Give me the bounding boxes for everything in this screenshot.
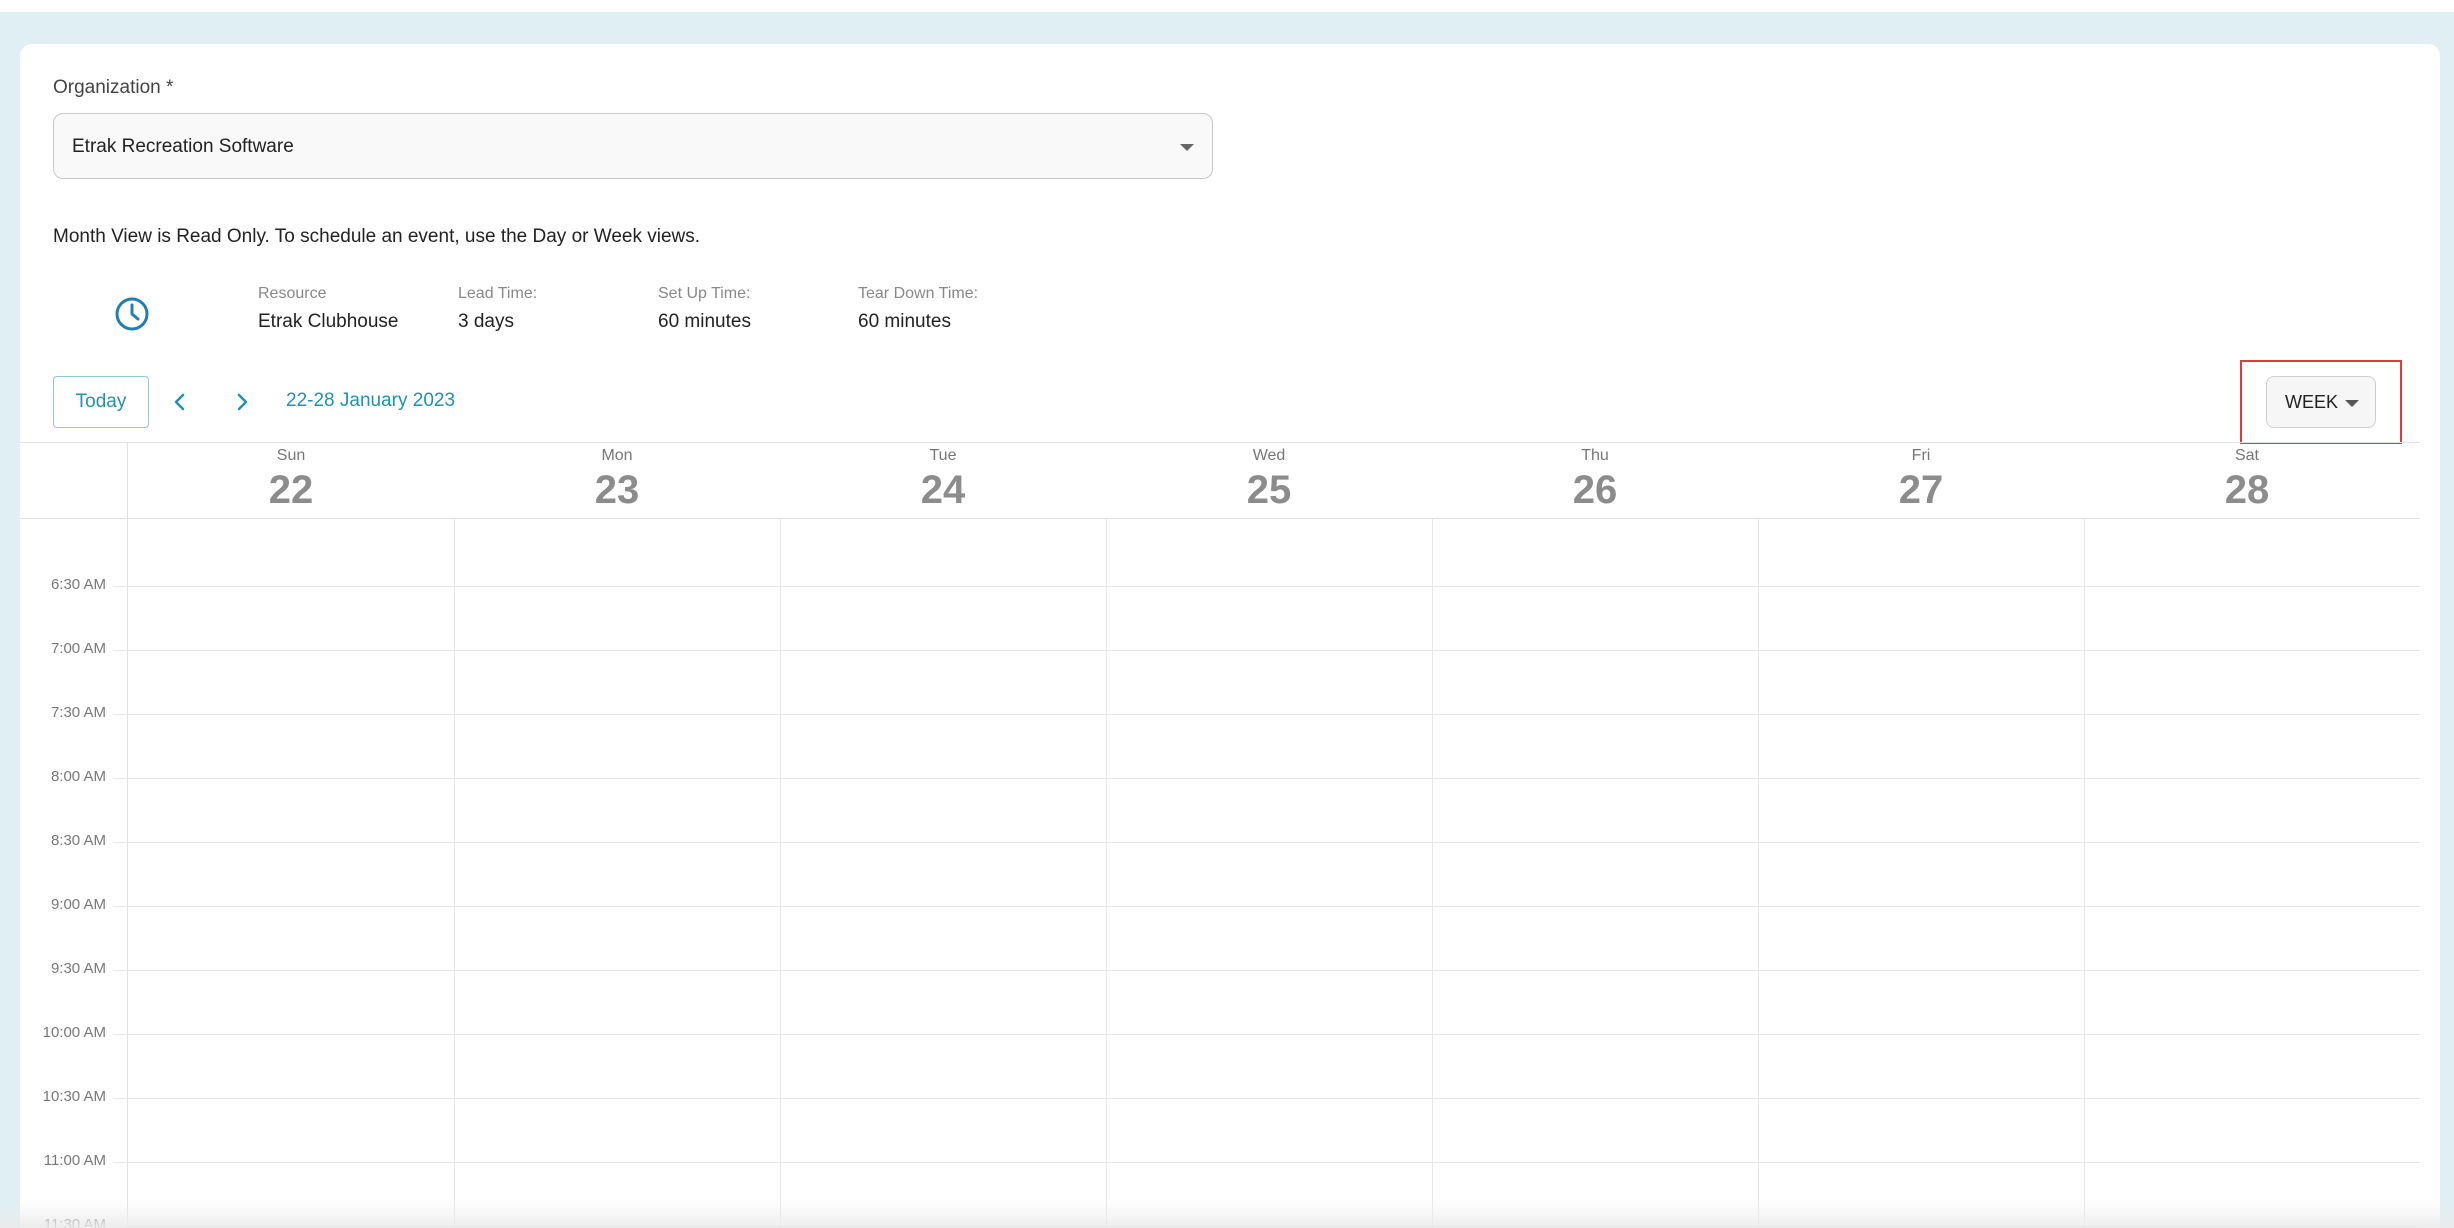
- view-selector-label: WEEK: [2285, 392, 2339, 412]
- time-label: 8:30 AM: [50, 832, 106, 849]
- today-button[interactable]: Today: [53, 376, 149, 428]
- top-bar: [0, 0, 2454, 12]
- resource-value: Etrak Clubhouse: [258, 311, 399, 332]
- calendar-header-top-border: [20, 442, 2420, 443]
- time-slot-row[interactable]: 6:30 AM: [20, 576, 2420, 593]
- organization-select[interactable]: Etrak Recreation Software: [53, 113, 1213, 179]
- time-slot-row[interactable]: 8:30 AM: [20, 832, 2420, 849]
- day-column-divider: [1758, 519, 1759, 1228]
- chevron-down-icon: [2345, 400, 2359, 407]
- day-number-label: 22: [268, 468, 314, 512]
- time-slot-row[interactable]: 7:00 AM: [20, 640, 2420, 657]
- resource-label: Resource: [258, 285, 327, 302]
- day-column-divider: [454, 519, 455, 1228]
- bottom-fade: [0, 1200, 2454, 1228]
- teardown-time-info: Tear Down Time: 60 minutes: [858, 284, 978, 334]
- date-range-label: 22-28 January 2023: [286, 390, 456, 411]
- day-of-week-label: Tue: [929, 447, 957, 464]
- time-slot-row[interactable]: 10:00 AM: [20, 1024, 2420, 1041]
- teardown-time-value: 60 minutes: [858, 311, 951, 332]
- day-of-week-label: Sun: [276, 447, 306, 464]
- time-gutter-divider: [127, 442, 128, 1228]
- time-label: 8:00 AM: [50, 768, 106, 785]
- day-number-label: 25: [1246, 468, 1292, 512]
- day-of-week-label: Mon: [601, 447, 633, 464]
- setup-time-label: Set Up Time:: [658, 285, 751, 302]
- time-slot-line: [114, 906, 2420, 907]
- time-slot-row[interactable]: 8:00 AM: [20, 768, 2420, 785]
- time-slot-line: [114, 1034, 2420, 1035]
- time-slot-line: [114, 1098, 2420, 1099]
- resource-info: Resource Etrak Clubhouse: [258, 284, 398, 334]
- day-column-divider: [1432, 519, 1433, 1228]
- teardown-time-label: Tear Down Time:: [858, 285, 979, 302]
- clock-icon: [115, 297, 149, 331]
- day-of-week-label: Fri: [1911, 447, 1931, 464]
- day-header-thu[interactable]: Thu 26: [1432, 446, 1758, 514]
- day-column-divider: [780, 519, 781, 1228]
- week-calendar: Sun 22 Mon 23 Tue 24 Wed 25 Thu 26 Fri 27 Sat 28 6:30…: [20, 442, 2420, 1228]
- time-slot-line: [114, 650, 2420, 651]
- day-header-sat[interactable]: Sat 28: [2084, 446, 2410, 514]
- time-slot-line: [114, 714, 2420, 715]
- time-slot-line: [114, 778, 2420, 779]
- time-label: 7:30 AM: [50, 704, 106, 721]
- day-number-label: 28: [2224, 468, 2270, 512]
- chevron-down-icon: [1180, 144, 1194, 151]
- day-header-wed[interactable]: Wed 25: [1106, 446, 1432, 514]
- day-column-divider: [1106, 519, 1107, 1228]
- day-number-label: 26: [1572, 468, 1618, 512]
- time-label: 7:00 AM: [50, 640, 106, 657]
- time-slot-row[interactable]: 7:30 AM: [20, 704, 2420, 721]
- time-label: 6:30 AM: [50, 576, 106, 593]
- time-label: 11:00 AM: [43, 1152, 106, 1169]
- lead-time-value: 3 days: [458, 311, 514, 332]
- time-label: 9:30 AM: [50, 960, 106, 977]
- time-slot-line: [114, 586, 2420, 587]
- day-of-week-label: Wed: [1252, 447, 1286, 464]
- scheduler-card: Organization * Etrak Recreation Software…: [20, 44, 2440, 1228]
- time-slot-line: [114, 842, 2420, 843]
- day-header-sun[interactable]: Sun 22: [128, 446, 454, 514]
- setup-time-value: 60 minutes: [658, 311, 751, 332]
- calendar-header-bottom-border: [20, 518, 2420, 519]
- day-header-tue[interactable]: Tue 24: [780, 446, 1106, 514]
- day-of-week-label: Sat: [2234, 447, 2259, 464]
- time-slot-line: [114, 970, 2420, 971]
- lead-time-info: Lead Time: 3 days: [458, 284, 537, 334]
- chevron-right-icon[interactable]: [226, 386, 258, 418]
- chevron-left-icon[interactable]: [164, 386, 196, 418]
- day-header-mon[interactable]: Mon 23: [454, 446, 780, 514]
- organization-label: Organization *: [53, 77, 174, 98]
- organization-value: Etrak Recreation Software: [72, 136, 294, 157]
- lead-time-label: Lead Time:: [458, 285, 538, 302]
- read-only-notice: Month View is Read Only. To schedule an …: [53, 226, 701, 247]
- time-label: 9:00 AM: [50, 896, 106, 913]
- time-slot-row[interactable]: 9:30 AM: [20, 960, 2420, 977]
- time-slot-line: [114, 1162, 2420, 1163]
- day-number-label: 27: [1898, 468, 1944, 512]
- time-label: 10:30 AM: [42, 1088, 106, 1105]
- time-label: 10:00 AM: [42, 1024, 106, 1041]
- day-column-divider: [2084, 519, 2085, 1228]
- day-header-fri[interactable]: Fri 27: [1758, 446, 2084, 514]
- time-slot-row[interactable]: 11:00 AM: [20, 1152, 2420, 1169]
- day-of-week-label: Thu: [1581, 447, 1609, 464]
- time-slot-row[interactable]: 9:00 AM: [20, 896, 2420, 913]
- day-number-label: 23: [594, 468, 640, 512]
- day-number-label: 24: [920, 468, 966, 512]
- time-slot-row[interactable]: 10:30 AM: [20, 1088, 2420, 1105]
- setup-time-info: Set Up Time: 60 minutes: [658, 284, 751, 334]
- view-selector[interactable]: WEEK: [2266, 376, 2376, 428]
